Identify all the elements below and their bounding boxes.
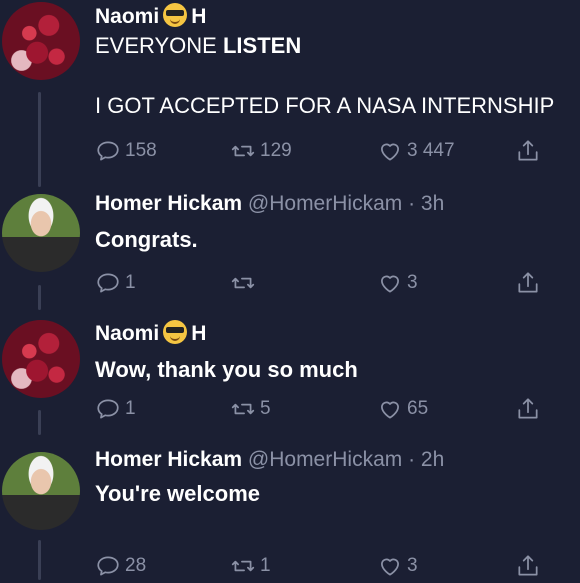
like-button[interactable]: 65 <box>377 396 428 422</box>
reply-button[interactable]: 158 <box>95 138 157 164</box>
author-handle[interactable]: @HomerHickam <box>248 448 402 471</box>
tweet-header: Naomi H <box>95 320 206 346</box>
like-icon <box>377 270 403 296</box>
reply-count: 1 <box>125 272 136 293</box>
tweet-actions: 158 129 3 447 <box>95 138 555 168</box>
thread-line <box>38 540 41 580</box>
share-button[interactable] <box>515 138 545 164</box>
avatar[interactable] <box>2 194 80 272</box>
reply-icon <box>95 553 121 579</box>
reply-button[interactable]: 28 <box>95 553 146 579</box>
like-count: 3 <box>407 272 418 293</box>
retweet-count: 129 <box>260 140 292 161</box>
like-count: 65 <box>407 398 429 419</box>
thread-line <box>38 92 41 187</box>
retweet-button[interactable]: 1 <box>230 553 271 579</box>
retweet-button[interactable] <box>230 270 260 296</box>
sunglasses-emoji-icon <box>163 320 188 344</box>
share-icon <box>515 138 541 164</box>
retweet-icon <box>230 553 256 579</box>
tweet-naomi-2[interactable]: Naomi H Wow, thank you so much 1 5 65 <box>0 318 580 448</box>
reply-button[interactable]: 1 <box>95 396 136 422</box>
tweet-actions: 28 1 3 <box>95 553 555 583</box>
retweet-icon <box>230 396 256 422</box>
reply-count: 28 <box>125 555 147 576</box>
tweet-text-line1-prefix: EVERYONE <box>95 33 223 58</box>
like-button[interactable]: 3 447 <box>377 138 455 164</box>
avatar[interactable] <box>2 320 80 398</box>
tweet-text-line2: I GOT ACCEPTED FOR A NASA INTERNSHIP <box>95 93 555 118</box>
tweet-text: EVERYONE LISTEN <box>95 33 301 59</box>
tweet-homer-2[interactable]: Homer Hickam @HomerHickam · 2h You're we… <box>0 448 580 580</box>
tweet-naomi-1[interactable]: Naomi H EVERYONE LISTEN I GOT ACCEPTED FO… <box>0 0 580 190</box>
retweet-icon <box>230 138 256 164</box>
author-handle[interactable]: @HomerHickam <box>248 192 402 215</box>
like-count: 3 447 <box>407 140 455 161</box>
tweet-homer-1[interactable]: Homer Hickam @HomerHickam · 3h Congrats.… <box>0 190 580 315</box>
share-button[interactable] <box>515 553 545 579</box>
reply-button[interactable]: 1 <box>95 270 136 296</box>
like-button[interactable]: 3 <box>377 270 418 296</box>
reply-icon <box>95 138 121 164</box>
avatar[interactable] <box>2 2 80 80</box>
retweet-count: 5 <box>260 398 271 419</box>
retweet-count: 1 <box>260 555 271 576</box>
thread-line <box>38 410 41 435</box>
reply-icon <box>95 396 121 422</box>
like-icon <box>377 138 403 164</box>
like-icon <box>377 553 403 579</box>
tweet-time: · 3h <box>408 192 445 215</box>
reply-count: 1 <box>125 398 136 419</box>
tweet-text: Congrats. <box>95 227 198 252</box>
author-name-suffix[interactable]: H <box>191 322 206 345</box>
author-name[interactable]: Naomi <box>95 322 159 345</box>
tweet-time: · 2h <box>408 448 445 471</box>
tweet-header: Homer Hickam @HomerHickam · 2h <box>95 448 444 472</box>
tweet-header: Homer Hickam @HomerHickam · 3h <box>95 192 444 216</box>
reply-count: 158 <box>125 140 157 161</box>
share-button[interactable] <box>515 396 545 422</box>
tweet-text: You're welcome <box>95 481 260 506</box>
author-name[interactable]: Homer Hickam <box>95 448 242 471</box>
share-button[interactable] <box>515 270 545 296</box>
avatar[interactable] <box>2 452 80 530</box>
like-count: 3 <box>407 555 418 576</box>
share-icon <box>515 396 541 422</box>
like-button[interactable]: 3 <box>377 553 418 579</box>
retweet-icon <box>230 270 256 296</box>
tweet-actions: 1 3 <box>95 270 555 300</box>
share-icon <box>515 270 541 296</box>
tweet-actions: 1 5 65 <box>95 396 555 426</box>
tweet-text: Wow, thank you so much <box>95 357 358 382</box>
thread-line <box>38 285 41 310</box>
like-icon <box>377 396 403 422</box>
retweet-button[interactable]: 5 <box>230 396 271 422</box>
reply-icon <box>95 270 121 296</box>
author-name[interactable]: Naomi <box>95 5 159 28</box>
retweet-button[interactable]: 129 <box>230 138 292 164</box>
share-icon <box>515 553 541 579</box>
tweet-header: Naomi H <box>95 3 206 29</box>
tweet-text-line1-bold: LISTEN <box>222 33 302 58</box>
sunglasses-emoji-icon <box>163 3 188 27</box>
author-name-suffix[interactable]: H <box>191 5 206 28</box>
author-name[interactable]: Homer Hickam <box>95 192 242 215</box>
